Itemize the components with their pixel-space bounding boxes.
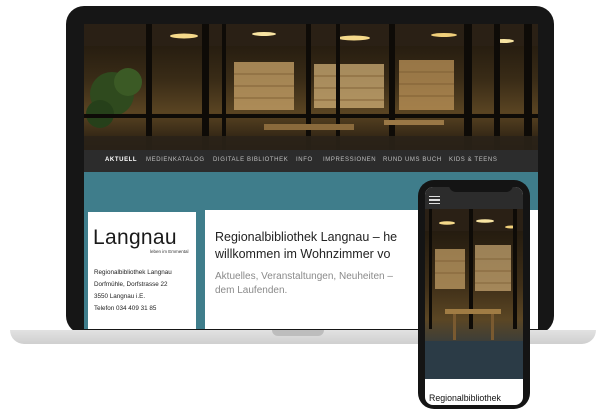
nav-item-impressionen[interactable]: IMPRESSIONEN bbox=[323, 157, 376, 163]
contact-card: Langnau leben im Emmental Regionalbiblio… bbox=[88, 212, 196, 329]
main-navigation: AKTUELL MEDIENKATALOG DIGITALE BIBLIOTHE… bbox=[84, 150, 538, 172]
welcome-subline-line-1: Aktuelles, Veranstaltungen, Neuheiten – bbox=[215, 271, 393, 282]
langnau-logo[interactable]: Langnau bbox=[93, 226, 177, 250]
hamburger-menu-icon[interactable] bbox=[429, 196, 440, 204]
nav-item-kids-teens[interactable]: KIDS & TEENS bbox=[449, 157, 497, 163]
nav-item-info[interactable]: INFO bbox=[296, 157, 313, 163]
logo-tagline: leben im Emmental bbox=[150, 249, 189, 254]
mobile-hero-image bbox=[425, 209, 523, 379]
welcome-headline-line-2: willkommen im Wohnzimmer vo bbox=[215, 247, 391, 261]
contact-street: Dorfmühle, Dorfstrasse 22 bbox=[94, 281, 168, 288]
nav-item-aktuell[interactable]: AKTUELL bbox=[105, 157, 137, 163]
hero-image-library-interior bbox=[84, 24, 538, 150]
phone-screen: Regionalbibliothek bbox=[425, 187, 523, 405]
contact-city: 3550 Langnau i.E. bbox=[94, 293, 146, 300]
nav-item-medienkatalog[interactable]: MEDIENKATALOG bbox=[146, 157, 205, 163]
welcome-headline-line-1: Regionalbibliothek Langnau – he bbox=[215, 230, 398, 244]
phone-speaker-notch bbox=[449, 182, 513, 192]
library-photo-illustration bbox=[84, 24, 538, 150]
contact-name: Regionalbibliothek Langnau bbox=[94, 269, 172, 276]
contact-phone[interactable]: Telefon 034 409 31 85 bbox=[94, 305, 156, 312]
welcome-subline-line-2: dem Laufenden. bbox=[215, 285, 288, 296]
mobile-library-photo-illustration bbox=[425, 209, 523, 379]
laptop-notch bbox=[272, 330, 324, 336]
mobile-page-title: Regionalbibliothek bbox=[429, 393, 501, 403]
nav-item-digitale-bibliothek[interactable]: DIGITALE BIBLIOTHEK bbox=[213, 157, 288, 163]
nav-item-rund-ums-buch[interactable]: RUND UMS BUCH bbox=[383, 157, 442, 163]
